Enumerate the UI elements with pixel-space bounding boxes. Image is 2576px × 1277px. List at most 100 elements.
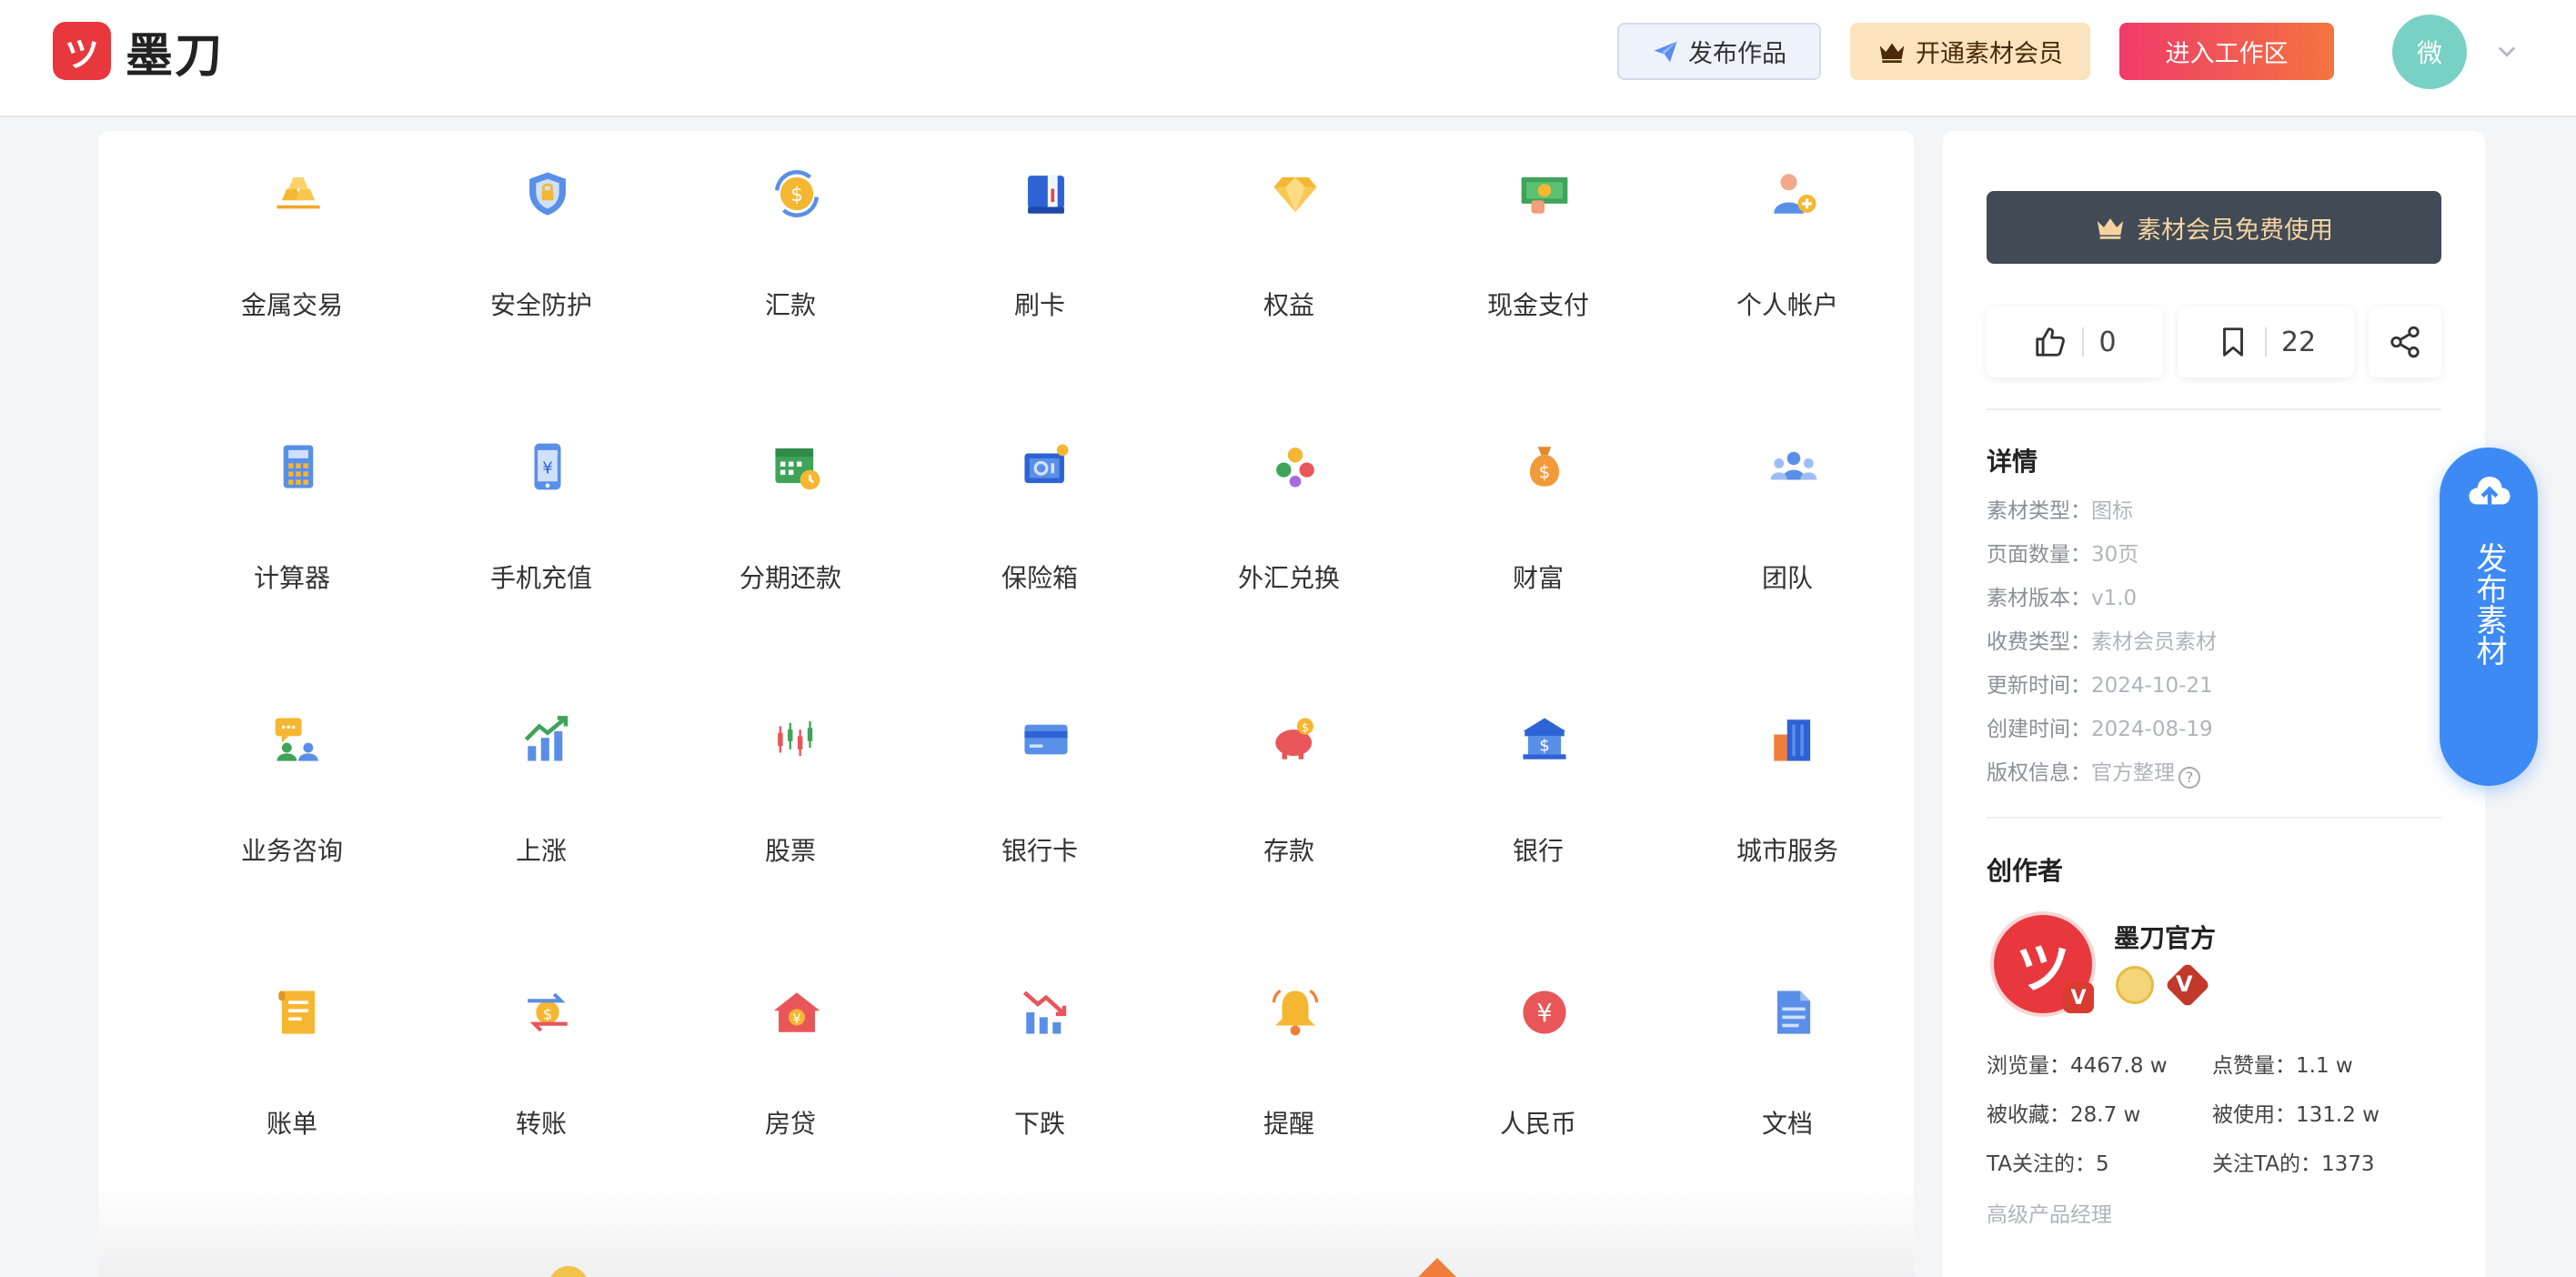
icon-grid-label: 个人帐户 — [1736, 290, 1838, 320]
icon-grid-item[interactable]: 权益 — [1164, 131, 1414, 367]
vip-free-use-button[interactable]: 素材会员免费使用 — [1987, 191, 2441, 264]
icon-grid-item[interactable]: 提醒 — [1164, 950, 1414, 1186]
icon-grid-label: 银行卡 — [1001, 836, 1078, 866]
icon-grid-label: 财富 — [1512, 563, 1564, 593]
rmb-coin-icon: ¥ — [1523, 990, 1566, 1034]
logo-text: 墨刀 — [126, 28, 225, 84]
help-icon[interactable]: ? — [2179, 767, 2200, 789]
detail-value: 图标 — [2091, 499, 2133, 523]
icon-grid-label: 下跌 — [1013, 1109, 1065, 1139]
diamond-icon — [1273, 176, 1317, 212]
logo[interactable]: ツ 墨刀 — [53, 22, 224, 84]
icon-grid-item[interactable]: 金属交易 — [167, 131, 417, 367]
icon-grid-label: 存款 — [1263, 836, 1314, 866]
detail-key: 素材类型： — [1987, 499, 2091, 523]
icon-grid-item[interactable]: 刷卡 — [915, 131, 1164, 367]
icon-grid-item[interactable]: $ 财富 — [1414, 404, 1663, 640]
detail-value: 2024-08-19 — [2091, 718, 2213, 741]
icon-grid-item[interactable]: 现金支付 — [1414, 131, 1663, 367]
publish-work-button[interactable]: 发布作品 — [1617, 23, 1821, 80]
used-stat: 被使用：131.2 w — [2212, 1103, 2380, 1127]
icon-grid-item[interactable]: ¥ 房贷 — [666, 950, 915, 1186]
top-header: ツ 墨刀 发布作品 开通素材会员 进入工作区 微 — [0, 0, 2576, 117]
user-account-icon — [1774, 174, 1816, 214]
share-button[interactable] — [2369, 307, 2441, 377]
like-button[interactable]: 0 — [1987, 307, 2163, 377]
publish-material-label: 发布素材 — [2470, 542, 2507, 666]
icon-grid-item[interactable]: 银行卡 — [915, 677, 1164, 913]
icon-grid-label: 转账 — [515, 1109, 567, 1139]
icon-grid-label: 城市服务 — [1736, 836, 1838, 866]
icon-grid-label: 汇款 — [764, 290, 816, 320]
vip-subscribe-button[interactable]: 开通素材会员 — [1850, 23, 2090, 80]
svg-text:¥: ¥ — [792, 1012, 800, 1027]
icon-grid-item[interactable]: 股票 — [666, 677, 915, 913]
icon-grid-item[interactable]: 安全防护 — [417, 131, 666, 367]
views-stat: 浏览量：4467.8 w — [1987, 1054, 2168, 1078]
creator-name[interactable]: 墨刀官方 — [2114, 919, 2216, 955]
icon-grid-label: 人民币 — [1499, 1109, 1576, 1139]
icon-grid-label: 文档 — [1761, 1109, 1813, 1139]
icon-grid-item[interactable]: ¥ 人民币 — [1414, 950, 1663, 1186]
crown-icon — [1879, 43, 1905, 63]
bookmark-icon — [2222, 327, 2243, 357]
icon-grid-item[interactable]: $ 汇款 — [666, 131, 915, 367]
details-title: 详情 — [1987, 447, 2038, 477]
phone-topup-icon: ¥ — [534, 443, 561, 490]
divider — [2082, 327, 2085, 357]
icon-grid-item[interactable]: ¥ 手机充值 — [417, 404, 666, 640]
icon-grid-label: 上涨 — [515, 836, 567, 866]
icon-grid-item[interactable]: 外汇兑换 — [1164, 404, 1414, 640]
icon-grid-panel: 金属交易 安全防护 $ 汇款 刷卡 权益 现金支付 个人帐户 计算器 ¥ 手机充值 分期还款 保险箱 外汇… — [98, 131, 1914, 1277]
svg-text:¥: ¥ — [542, 458, 553, 478]
icon-grid-label: 计算器 — [253, 563, 330, 593]
shield-icon — [529, 172, 566, 216]
svg-text:$: $ — [1539, 737, 1550, 756]
verified-badge-icon: V — [2063, 982, 2094, 1013]
icon-grid-item[interactable]: 上涨 — [417, 677, 666, 913]
user-avatar[interactable]: 微 — [2392, 15, 2467, 89]
icon-grid-label: 账单 — [266, 1109, 317, 1139]
icon-grid-label: 业务咨询 — [240, 836, 343, 866]
icon-grid-item[interactable]: 计算器 — [167, 404, 417, 640]
safe-icon — [1024, 444, 1069, 484]
icon-grid-item[interactable]: 业务咨询 — [167, 677, 417, 913]
collected-stat: 被收藏：28.7 w — [1987, 1103, 2141, 1127]
detail-key: 创建时间： — [1987, 718, 2091, 741]
icon-grid-item[interactable]: 文档 — [1663, 950, 1912, 1186]
bookmark-button[interactable]: 22 — [2178, 307, 2354, 377]
icon-grid-label: 手机充值 — [489, 563, 592, 593]
bill-icon — [278, 990, 316, 1034]
icon-grid-item[interactable]: 下跌 — [915, 950, 1164, 1186]
vip-subscribe-label: 开通素材会员 — [1916, 40, 2063, 68]
icon-grid-label: 股票 — [764, 836, 816, 866]
icon-grid-item[interactable]: 团队 — [1663, 404, 1912, 640]
following-stat[interactable]: TA关注的：5 — [1987, 1146, 2109, 1177]
detail-value: 官方整理 — [2091, 761, 2175, 785]
currency-exchange-icon — [1276, 447, 1314, 488]
chevron-down-icon[interactable] — [2494, 38, 2520, 64]
icon-grid-item[interactable]: 城市服务 — [1663, 677, 1912, 913]
detail-key: 页面数量： — [1987, 543, 2091, 567]
icon-grid-label: 安全防护 — [489, 290, 592, 320]
enter-workspace-button[interactable]: 进入工作区 — [2119, 23, 2334, 80]
like-count: 0 — [2098, 326, 2117, 358]
calculator-icon — [283, 445, 314, 488]
followers-stat[interactable]: 关注TA的：1373 — [2212, 1146, 2375, 1177]
cash-icon — [1521, 176, 1568, 214]
icon-grid-item[interactable]: $ 存款 — [1164, 677, 1414, 913]
icon-grid-item[interactable]: 保险箱 — [915, 404, 1164, 640]
icon-grid-item[interactable]: $ 银行 — [1414, 677, 1663, 913]
icon-grid-item[interactable]: $ 转账 — [417, 950, 666, 1186]
icon-grid-label: 金属交易 — [240, 290, 343, 320]
transfer-icon: $ — [528, 992, 568, 1032]
publish-material-float-button[interactable]: 发布素材 — [2440, 447, 2538, 786]
svg-text:$: $ — [543, 1005, 552, 1022]
bank-icon: $ — [1523, 718, 1566, 759]
svg-text:$: $ — [1539, 462, 1551, 483]
icon-grid-item[interactable]: 账单 — [167, 950, 417, 1186]
calendar-payment-icon — [775, 448, 820, 490]
icon-grid-item[interactable]: 分期还款 — [666, 404, 915, 640]
icon-grid-item[interactable]: 个人帐户 — [1663, 131, 1912, 367]
icon-grid-label: 现金支付 — [1486, 290, 1589, 320]
